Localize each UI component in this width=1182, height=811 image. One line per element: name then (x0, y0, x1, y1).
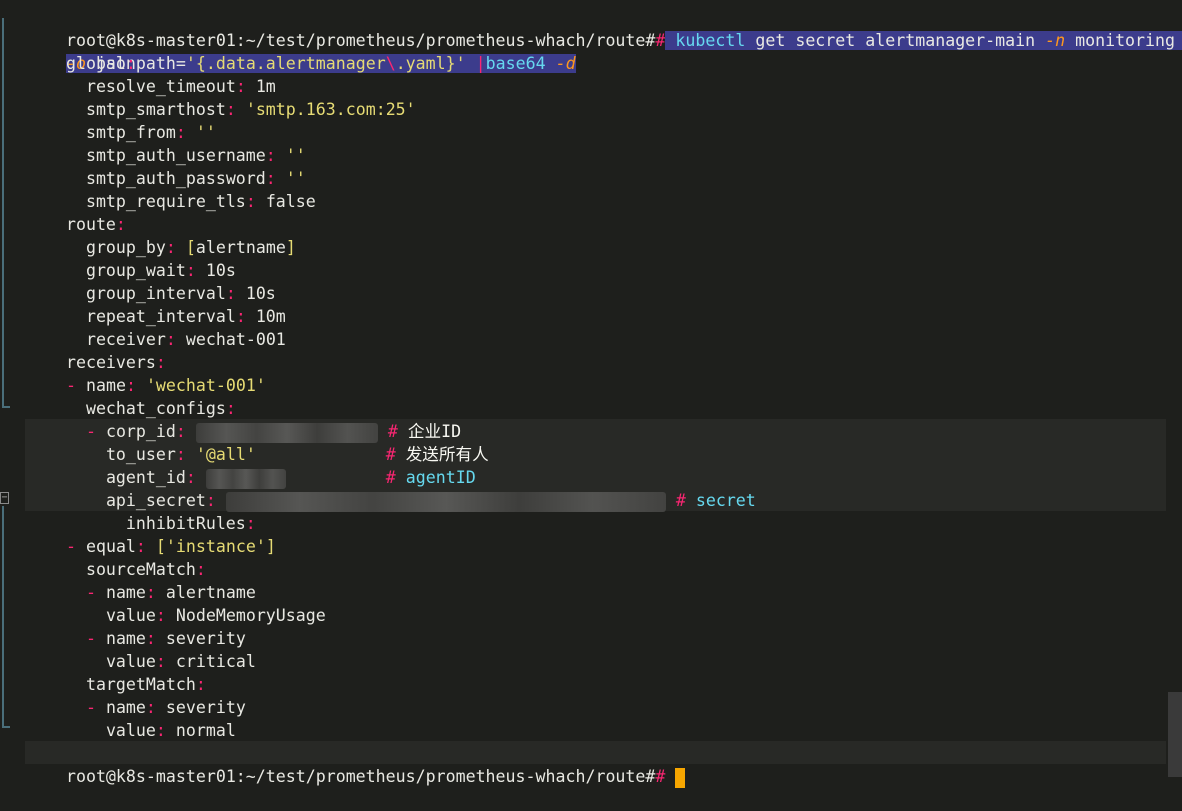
cmd-namespace: monitoring (1075, 31, 1176, 50)
yaml-receiver: receiver: wechat-001 (85, 330, 286, 349)
yaml-smtp-from: smtp_from: '' (85, 123, 216, 142)
yaml-group-wait: group_wait: 10s (85, 261, 236, 280)
cmd-flag-n: -n (1045, 31, 1066, 50)
yaml-corp-id: - corp_id: # 企业ID (85, 422, 462, 443)
cmd-resource-name: alertmanager-main (865, 31, 1036, 50)
yaml-to-user: to_user: '@all' # 发送所有人 (105, 445, 489, 464)
command-line-1[interactable]: root@k8s-master01:~/test/prometheus/prom… (26, 6, 1182, 50)
cmd-pipe: | (475, 54, 486, 73)
terminal-window[interactable]: − root@k8s-master01:~/test/prometheus/pr… (0, 0, 1182, 788)
cmd-kubectl: kubectl (675, 31, 746, 50)
yaml-sm-name-2: - name: severity (85, 629, 246, 648)
yaml-smtp-require-tls: smtp_require_tls: false (85, 192, 316, 211)
cmd-jsonpath-escape: \ (385, 54, 396, 73)
fold-guide-end (2, 406, 10, 408)
yaml-agent-id: agent_id: # agentID (105, 468, 476, 489)
yaml-receivers: receivers: (65, 353, 166, 372)
text-cursor (675, 767, 686, 788)
yaml-inhibit-rules: inhibitRules: (125, 514, 256, 533)
yaml-sm-value-1: value: NodeMemoryUsage (105, 606, 326, 625)
yaml-equal: - equal: ['instance'] (65, 537, 276, 556)
fold-guide-end-2 (2, 726, 10, 728)
yaml-group-by: group_by: [alertname] (85, 238, 296, 257)
cmd-jsonpath-value-b: .yaml}' (395, 54, 466, 73)
cmd-get: get (755, 31, 786, 50)
redacted-corp-id (195, 422, 378, 443)
yaml-smtp-smarthost: smtp_smarthost: 'smtp.163.com:25' (85, 100, 416, 119)
yaml-repeat-interval: repeat_interval: 10m (85, 307, 286, 326)
yaml-route: route: (65, 215, 126, 234)
fold-guide-line (2, 18, 4, 408)
yaml-target-match: targetMatch: (85, 675, 206, 694)
prompt-line-final[interactable]: root@k8s-master01:~/test/prometheus/prom… (26, 742, 686, 788)
redacted-agent-id (205, 468, 286, 489)
yaml-wechat-configs: wechat_configs: (85, 399, 236, 418)
cmd-base64: base64 (485, 54, 546, 73)
command-line-2[interactable]: -o jsonpath='{.data.alertmanager\.yaml}'… (26, 29, 576, 73)
yaml-smtp-auth-username: smtp_auth_username: '' (85, 146, 306, 165)
yaml-tm-value: value: normal (105, 721, 236, 740)
vertical-scrollbar[interactable] (1168, 692, 1182, 777)
yaml-group-interval: group_interval: 10s (85, 284, 276, 303)
fold-toggle-icon[interactable]: − (0, 492, 9, 504)
yaml-smtp-auth-password: smtp_auth_password: '' (85, 169, 306, 188)
yaml-sm-name-1: - name: alertname (85, 583, 256, 602)
yaml-receiver-name: - name: 'wechat-001' (65, 376, 266, 395)
cmd-flag-d: -d (555, 54, 576, 73)
yaml-resolve-timeout: resolve_timeout: 1m (85, 77, 276, 96)
fold-guide-line-2 (2, 506, 4, 728)
redacted-api-secret (225, 491, 666, 512)
yaml-api-secret: api_secret: # secret (105, 491, 756, 512)
yaml-sm-value-2: value: critical (105, 652, 256, 671)
yaml-global: global: (65, 54, 136, 73)
yaml-tm-name: - name: severity (85, 698, 246, 717)
cmd-secret: secret (795, 31, 856, 50)
yaml-source-match: sourceMatch: (85, 560, 206, 579)
cmd-jsonpath-value-a: '{.data.alertmanager (185, 54, 386, 73)
